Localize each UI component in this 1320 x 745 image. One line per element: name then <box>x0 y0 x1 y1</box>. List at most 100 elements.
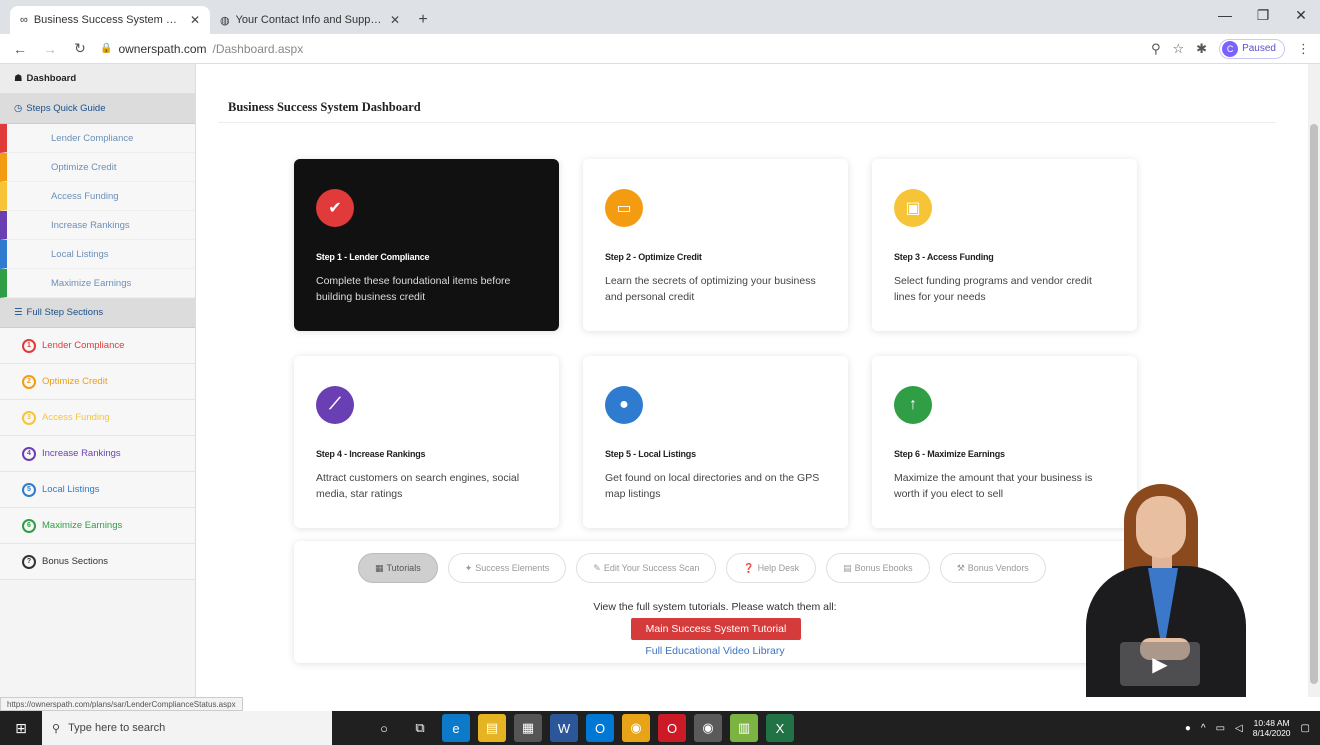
sidebar-step-item[interactable]: 5 Local Listings <box>0 472 195 508</box>
panel-tab[interactable]: ✎ Edit Your Success Scan <box>576 553 717 583</box>
sidebar-quick-item[interactable]: Access Funding <box>0 182 195 211</box>
sidebar-step-item[interactable]: 2 Optimize Credit <box>0 364 195 400</box>
sidebar-item-label: Optimize Credit <box>51 161 117 173</box>
lock-icon: 🔒 <box>100 43 113 54</box>
reload-icon[interactable]: ↻ <box>70 40 90 57</box>
notes-icon[interactable]: ▥ <box>730 714 758 742</box>
step-card[interactable]: ⟋ Step 4 - Increase Rankings Attract custo… <box>294 356 559 528</box>
taskbar-clock[interactable]: 10:48 AM 8/14/2020 <box>1253 718 1291 738</box>
browser-tab-contact[interactable]: ◍ Your Contact Info and Support : ✕ <box>210 6 410 34</box>
step-number-icon: 4 <box>22 446 36 461</box>
menu-icon[interactable]: ⋮ <box>1297 41 1310 57</box>
card-description: Attract customers on search engines, soc… <box>316 472 520 500</box>
sidebar-dashboard[interactable]: ☗ Dashboard <box>0 64 195 94</box>
video-library-link[interactable]: Full Educational Video Library <box>294 645 1136 657</box>
panel-tab-label: Bonus Vendors <box>967 563 1029 573</box>
profile-button[interactable]: C Paused <box>1219 38 1285 59</box>
step-number-icon: 6 <box>22 518 36 533</box>
panel-tab[interactable]: ⚒ Bonus Vendors <box>939 553 1046 583</box>
play-icon[interactable]: ▶ <box>1120 642 1200 686</box>
card-title: Step 6 - Maximize Earnings <box>894 449 1005 459</box>
windows-start-icon[interactable]: ⊞ <box>0 711 42 745</box>
sidebar-item-label: Bonus Sections <box>42 556 109 567</box>
network-icon[interactable]: ▭ <box>1216 723 1225 734</box>
close-tab-icon[interactable]: ✕ <box>390 13 400 27</box>
excel-icon[interactable]: X <box>766 714 794 742</box>
minimize-icon[interactable]: — <box>1206 0 1244 30</box>
sidebar-item-label: Lender Compliance <box>42 340 125 351</box>
card-title: Step 3 - Access Funding <box>894 252 994 262</box>
task-view-icon[interactable]: ⧉ <box>406 714 434 742</box>
sidebar-quick-item[interactable]: Optimize Credit <box>0 153 195 182</box>
presenter-video[interactable]: ▶ <box>1082 470 1250 697</box>
cortana-icon[interactable]: ○ <box>370 714 398 742</box>
back-icon[interactable]: ← <box>10 41 30 57</box>
vertical-scrollbar[interactable] <box>1308 64 1320 697</box>
clock-icon: ◷ <box>14 103 23 114</box>
sidebar-quick-item[interactable]: Increase Rankings <box>0 211 195 240</box>
new-tab-button[interactable]: + <box>410 6 436 34</box>
tray-chevron-icon[interactable]: ^ <box>1201 723 1206 734</box>
card-title: Step 5 - Local Listings <box>605 449 696 459</box>
notifications-icon[interactable]: ▢ <box>1301 723 1310 734</box>
taskbar-search[interactable]: ⚲ Type here to search <box>42 711 332 745</box>
browser-tab-dashboard[interactable]: ∞ Business Success System Dashbo ✕ <box>10 6 210 34</box>
quick-guide-label: Steps Quick Guide <box>26 103 106 114</box>
sidebar-quick-guide-header[interactable]: ◷ Steps Quick Guide <box>0 94 195 124</box>
panel-tab[interactable]: ▦ Tutorials <box>358 553 438 583</box>
word-icon[interactable]: W <box>550 714 578 742</box>
file-explorer-icon[interactable]: ▤ <box>478 714 506 742</box>
url-path: /Dashboard.aspx <box>212 41 304 56</box>
panel-tab[interactable]: ▤ Bonus Ebooks <box>826 553 930 583</box>
grid-icon: ▦ <box>375 562 384 573</box>
panel-tab[interactable]: ✦ Success Elements <box>447 553 567 583</box>
forward-icon[interactable]: → <box>40 41 60 57</box>
panel-tab-label: Success Elements <box>475 563 550 573</box>
sidebar-step-item[interactable]: 6 Maximize Earnings <box>0 508 195 544</box>
check-icon: ✔ <box>316 189 354 227</box>
scrollbar-thumb[interactable] <box>1310 124 1318 684</box>
card-description: Get found on local directories and on th… <box>605 472 820 500</box>
star-icon: ✦ <box>464 562 473 573</box>
chrome-icon[interactable]: ◉ <box>622 714 650 742</box>
sidebar-item-label: Optimize Credit <box>42 376 108 387</box>
sidebar-step-item[interactable]: ? Bonus Sections <box>0 544 195 580</box>
sidebar-full-sections-header[interactable]: ☰ Full Step Sections <box>0 298 195 328</box>
opera-icon[interactable]: O <box>658 714 686 742</box>
bookmark-star-icon[interactable]: ☆ <box>1173 41 1185 57</box>
sidebar-step-item[interactable]: 1 Lender Compliance <box>0 328 195 364</box>
globe-icon: ◍ <box>220 14 230 27</box>
sidebar-quick-item[interactable]: Lender Compliance <box>0 124 195 153</box>
sidebar-step-item[interactable]: 3 Access Funding <box>0 400 195 436</box>
tab-title: Business Success System Dashbo <box>33 14 184 26</box>
step-card[interactable]: ● Step 5 - Local Listings Get found on loc… <box>583 356 848 528</box>
url-field[interactable]: 🔒 ownerspath.com/Dashboard.aspx <box>100 42 1141 56</box>
title-divider <box>218 122 1276 123</box>
step-card[interactable]: ▭ Step 2 - Optimize Credit Learn the secre… <box>583 159 848 331</box>
taskbar: ⊞ ⚲ Type here to search ○ ⧉ e ▤ ▦ W O ◉ … <box>0 711 1320 745</box>
close-window-icon[interactable]: ✕ <box>1282 0 1320 30</box>
sidebar-quick-item[interactable]: Maximize Earnings <box>0 269 195 298</box>
sidebar-step-item[interactable]: 4 Increase Rankings <box>0 436 195 472</box>
volume-icon[interactable]: ◁ <box>1235 723 1243 734</box>
step-card[interactable]: ▣ Step 3 - Access Funding Select funding p… <box>872 159 1137 331</box>
chrome-active-icon[interactable]: ◉ <box>694 714 722 742</box>
restore-icon[interactable]: ❐ <box>1244 0 1282 30</box>
card-description: Maximize the amount that your business i… <box>894 472 1093 500</box>
edge-icon[interactable]: e <box>442 714 470 742</box>
main-tutorial-button[interactable]: Main Success System Tutorial <box>631 618 801 640</box>
store-icon[interactable]: ▦ <box>514 714 542 742</box>
step-card[interactable]: ✔ Step 1 - Lender Compliance Complete thes… <box>294 159 559 331</box>
tray-app-icon[interactable]: ● <box>1185 723 1191 734</box>
zoom-icon[interactable]: ⚲ <box>1151 41 1161 57</box>
extensions-icon[interactable]: ✱ <box>1196 41 1207 57</box>
panel-tabs: ▦ Tutorials ✦ Success Elements ✎ Edit Your Su… <box>358 553 1046 583</box>
close-tab-icon[interactable]: ✕ <box>190 13 200 27</box>
taskbar-apps: ○ ⧉ e ▤ ▦ W O ◉ O ◉ ▥ X <box>370 714 794 742</box>
panel-tab[interactable]: ❓ Help Desk <box>726 553 817 583</box>
card-title: Step 4 - Increase Rankings <box>316 449 426 459</box>
step-number-icon: ? <box>22 554 36 569</box>
outlook-icon[interactable]: O <box>586 714 614 742</box>
infinity-icon: ∞ <box>20 14 28 26</box>
sidebar-quick-item[interactable]: Local Listings <box>0 240 195 269</box>
